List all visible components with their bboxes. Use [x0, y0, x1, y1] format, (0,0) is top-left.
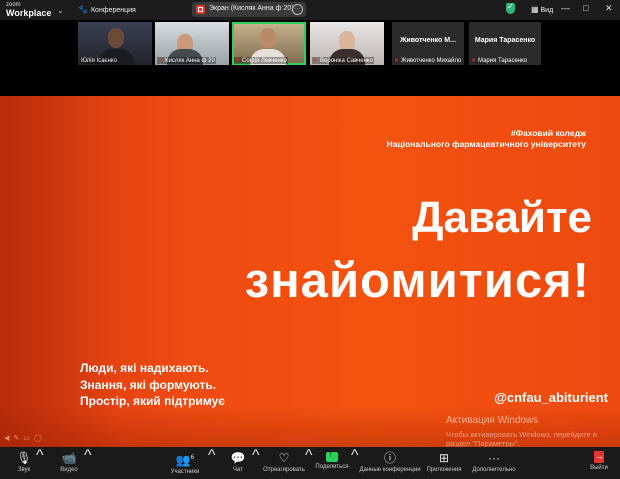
participant-name: Кисляк Анна ф 20 [165, 58, 215, 64]
share-label: Поделиться [315, 464, 349, 470]
college-tag: #Фаховий коледж [510, 128, 586, 138]
share-screen-icon [326, 449, 338, 462]
screen-share-indicator[interactable]: Экран (Кисляк Анна ф 20) ··· [192, 2, 306, 17]
screen-share-icon [196, 5, 205, 14]
slogan-line2: Знання, які формують. [80, 378, 217, 392]
share-screen-button[interactable]: Поделиться [314, 447, 350, 479]
slide-heading-line2: знайомитися! [244, 254, 590, 308]
mic-muted-icon: ✕ [394, 58, 400, 64]
react-options-chevron-icon[interactable]: ^ [305, 447, 313, 479]
chat-button[interactable]: 💬 Чат [226, 447, 250, 479]
participant-strip: Юлія Ісаєнко ✕ Кисляк Анна ф 20 ✕ Софія Ле… [0, 20, 620, 96]
maximize-button[interactable]: □ [583, 3, 588, 13]
participant-display-name: Мария Тарасенко [474, 37, 536, 44]
leave-label: Выйти [590, 465, 608, 471]
participant-name: Софія Левченко [242, 58, 287, 64]
participants-options-chevron-icon[interactable]: ^ [208, 447, 216, 479]
view-label: Вид [540, 7, 554, 14]
participant-tile[interactable]: ✕ Кисляк Анна ф 20 [155, 22, 229, 65]
heart-icon: ♡ [278, 451, 290, 465]
participant-name-label: ✕ Животченко Михайло [394, 57, 461, 64]
video-options-chevron-icon[interactable]: ^ [84, 447, 92, 479]
chevron-down-icon[interactable]: ⌄ [57, 6, 64, 15]
close-button[interactable]: ✕ [605, 3, 613, 14]
participant-name: Вероніка Савченко [320, 58, 373, 64]
more-icon: ··· [488, 451, 500, 465]
participant-name-label: ✕ Софія Левченко [234, 57, 288, 64]
participant-name: Мария Тарасенко [478, 58, 528, 64]
info-icon: ⓘ [383, 451, 396, 465]
apps-label: Приложения [426, 467, 462, 473]
microphone-icon: 🎙 [16, 451, 32, 465]
conference-menu[interactable]: 🐾 Конференция [78, 5, 136, 14]
shared-screen-slide: #Фаховий коледж Національного фармацевти… [0, 96, 620, 447]
social-handle: @cnfau_abiturient [494, 390, 608, 405]
info-label: Данные конференции [359, 467, 421, 473]
video-button[interactable]: 📹 Видео [55, 447, 83, 479]
share-title: Экран (Кисляк Анна ф 20) [209, 5, 294, 12]
chat-options-chevron-icon[interactable]: ^ [252, 447, 260, 479]
windows-activation-title: Активация Windows [446, 415, 539, 426]
slogan-line3: Простір, який підтримує [80, 394, 225, 408]
participant-tile[interactable]: ✕ Вероніка Савченко [310, 22, 384, 65]
participants-icon: 👥6 [175, 453, 195, 467]
audio-options-chevron-icon[interactable]: ^ [36, 447, 44, 479]
security-shield-icon[interactable] [506, 2, 515, 14]
meeting-toolbar: 🎙 Звук ^ 📹 Видео ^ 👥6 Участники ^ 💬 Чат … [0, 447, 620, 479]
conference-label: Конференция [90, 7, 136, 14]
top-bar: zoom Workplace ⌄ 🐾 Конференция Экран (Кис… [0, 0, 620, 20]
audio-button[interactable]: 🎙 Звук [10, 447, 38, 479]
slide-heading-line1: Давайте [412, 193, 592, 242]
grid-icon: ▦ [531, 5, 539, 14]
participant-video [339, 31, 355, 51]
chat-icon: 💬 [230, 451, 246, 465]
react-button[interactable]: ♡ Отреагировать [262, 447, 306, 479]
mic-muted-icon: ✕ [471, 58, 477, 64]
mic-muted-icon: ✕ [158, 58, 164, 64]
more-options-icon[interactable]: ··· [292, 4, 303, 15]
leave-button[interactable]: Выйти [586, 447, 612, 479]
participant-name: Юлія Ісаєнко [80, 58, 118, 64]
meeting-info-button[interactable]: ⓘ Данные конференции [359, 447, 421, 479]
video-label: Видео [60, 467, 78, 473]
participants-button[interactable]: 👥6 Участники [166, 447, 204, 479]
zoom-logo: zoom Workplace [6, 1, 52, 18]
minimize-button[interactable]: — [561, 3, 570, 13]
university-name: Національного фармацевтичного університе… [386, 139, 586, 149]
paw-icon: 🐾 [78, 5, 88, 14]
participant-name-label: ✕ Мария Тарасенко [471, 57, 527, 64]
leave-icon [594, 451, 604, 463]
logo-workplace-text: Workplace [6, 8, 52, 18]
participant-tile[interactable]: Юлія Ісаєнко [78, 22, 152, 65]
participant-tile-active[interactable]: ✕ Софія Левченко [232, 22, 306, 65]
participant-tile[interactable]: Мария Тарасенко ✕ Мария Тарасенко [469, 22, 541, 65]
apps-button[interactable]: ⊞ Приложения [426, 447, 462, 479]
mic-muted-icon: ✕ [235, 58, 241, 64]
participant-tile[interactable]: Животченко М... ✕ Животченко Михайло [392, 22, 464, 65]
view-menu[interactable]: ▦ Вид [531, 5, 553, 14]
chat-label: Чат [233, 467, 243, 473]
audio-label: Звук [17, 467, 31, 473]
share-options-chevron-icon[interactable]: ^ [351, 447, 359, 479]
participant-name-label: ✕ Кисляк Анна ф 20 [157, 57, 216, 64]
apps-icon: ⊞ [438, 451, 450, 465]
participants-label: Участники [170, 469, 200, 475]
participant-video [108, 28, 124, 48]
participant-display-name: Животченко М... [400, 37, 456, 44]
participant-name-label: ✕ Вероніка Савченко [312, 57, 374, 64]
annotation-tools[interactable]: ◀✎▭◯ [4, 434, 46, 442]
participant-name: Животченко Михайло [401, 58, 462, 64]
participants-count: 6 [190, 455, 195, 461]
slogan-line1: Люди, які надихають. [80, 361, 209, 375]
react-label: Отреагировать [263, 467, 305, 473]
more-label: Дополнительно [472, 467, 516, 473]
participant-video [260, 28, 276, 48]
windows-activation-text: Чтобы активировать Windows, перейдите в … [446, 430, 597, 447]
camera-icon: 📹 [61, 451, 77, 465]
mic-muted-icon: ✕ [313, 58, 319, 64]
more-button[interactable]: ··· Дополнительно [470, 447, 518, 479]
